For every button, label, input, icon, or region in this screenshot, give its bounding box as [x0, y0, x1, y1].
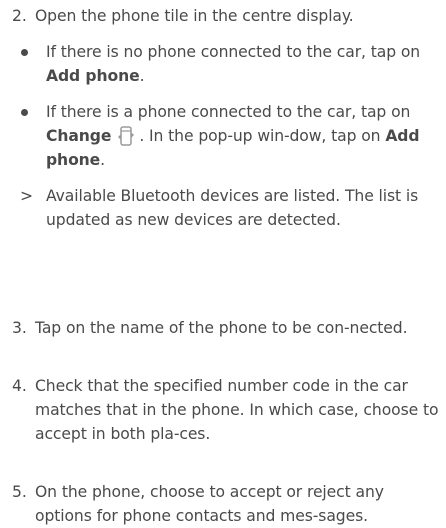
manual-page: 2. Open the phone tile in the centre dis… — [0, 0, 446, 528]
bullet-phone-connected: If there is a phone connected to the car… — [21, 100, 438, 172]
step-text: Open the phone tile in the centre displa… — [35, 7, 354, 25]
result-note: > Available Bluetooth devices are listed… — [20, 184, 438, 232]
step-number: 4. — [12, 377, 27, 395]
bullet-no-phone: If there is no phone connected to the ca… — [21, 40, 438, 88]
bullet-text: If there is a phone connected to the car… — [46, 103, 420, 169]
step-5: 5. On the phone, choose to accept or rej… — [0, 480, 446, 528]
bullet-text: If there is no phone connected to the ca… — [46, 43, 421, 85]
bullet-dot — [21, 49, 28, 56]
change-label: Change — [46, 127, 112, 145]
step-text: Tap on the name of the phone to be con-n… — [35, 319, 408, 337]
phone-change-icon — [117, 125, 135, 147]
add-phone-label: Add phone — [46, 67, 140, 85]
step-4: 4. Check that the specified number code … — [0, 374, 446, 446]
step-2: 2. Open the phone tile in the centre dis… — [0, 4, 446, 232]
step-number: 2. — [12, 7, 27, 25]
step-3: 3. Tap on the name of the phone to be co… — [0, 316, 446, 340]
bullet-dot — [21, 109, 28, 116]
step-text: On the phone, choose to accept or reject… — [35, 483, 384, 525]
step-text: Check that the specified number code in … — [35, 377, 439, 443]
step-number: 3. — [12, 319, 27, 337]
result-mark: > — [20, 187, 33, 205]
result-text: Available Bluetooth devices are listed. … — [46, 187, 419, 229]
step-number: 5. — [12, 483, 27, 501]
